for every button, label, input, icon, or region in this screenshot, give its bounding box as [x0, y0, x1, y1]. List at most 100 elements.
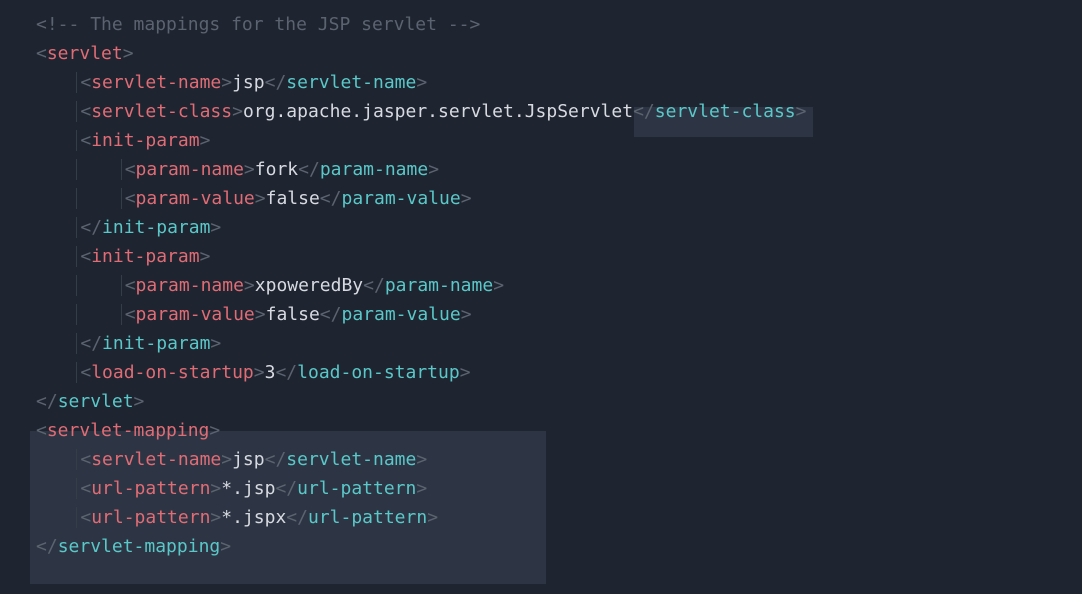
angle-open: < [80, 72, 91, 93]
angle-close: > [416, 449, 427, 470]
angle-open-slash: </ [36, 391, 58, 412]
tag-servlet-name: servlet-name [91, 72, 221, 93]
angle-open-slash: </ [320, 304, 342, 325]
angle-open: < [36, 420, 47, 441]
comment-open: <!-- [36, 14, 79, 35]
angle-close: > [210, 507, 221, 528]
angle-close: > [200, 246, 211, 267]
code-line: </servlet-mapping> [0, 532, 1082, 561]
comment-text: The mappings for the JSP servlet [79, 14, 447, 35]
code-line: <servlet-name>jsp</servlet-name> [0, 68, 1082, 97]
code-line: <init-param> [0, 126, 1082, 155]
angle-open-slash: </ [265, 449, 287, 470]
angle-open-slash: </ [36, 536, 58, 557]
angle-open-slash: </ [265, 72, 287, 93]
angle-close: > [232, 101, 243, 122]
angle-open: < [80, 246, 91, 267]
code-line: <load-on-startup>3</load-on-startup> [0, 358, 1082, 387]
angle-close: > [220, 536, 231, 557]
tag-url-pattern: url-pattern [91, 478, 210, 499]
tag-servlet-class: servlet-class [91, 101, 232, 122]
angle-close: > [460, 362, 471, 383]
text-value: jsp [232, 449, 265, 470]
angle-close: > [210, 217, 221, 238]
angle-close: > [221, 72, 232, 93]
angle-open: < [80, 507, 91, 528]
angle-close: > [209, 420, 220, 441]
angle-open-slash: </ [80, 217, 102, 238]
text-value: 3 [265, 362, 276, 383]
angle-close: > [123, 43, 134, 64]
code-line: </servlet> [0, 387, 1082, 416]
code-line: </init-param> [0, 213, 1082, 242]
angle-open-slash: </ [275, 362, 297, 383]
text-value: *.jsp [221, 478, 275, 499]
code-line: </init-param> [0, 329, 1082, 358]
tag-init-param: init-param [91, 246, 199, 267]
tag-close-servlet-name: servlet-name [286, 72, 416, 93]
angle-open-slash: </ [363, 275, 385, 296]
angle-open: < [80, 478, 91, 499]
tag-param-name: param-name [136, 159, 244, 180]
code-line: <url-pattern>*.jspx</url-pattern> [0, 503, 1082, 532]
angle-open: < [125, 304, 136, 325]
angle-open: < [80, 362, 91, 383]
angle-open-slash: </ [633, 101, 655, 122]
angle-close: > [416, 72, 427, 93]
angle-open: < [125, 159, 136, 180]
angle-close: > [428, 159, 439, 180]
angle-close: > [210, 478, 221, 499]
angle-close: > [255, 304, 266, 325]
tag-close-param-name: param-name [320, 159, 428, 180]
code-editor[interactable]: <!-- The mappings for the JSP servlet --… [0, 10, 1082, 561]
angle-close: > [254, 362, 265, 383]
angle-open-slash: </ [320, 188, 342, 209]
angle-close: > [134, 391, 145, 412]
tag-close-load-on-startup: load-on-startup [297, 362, 460, 383]
text-value: fork [255, 159, 298, 180]
code-line: <init-param> [0, 242, 1082, 271]
tag-init-param: init-param [91, 130, 199, 151]
code-line: <param-value>false</param-value> [0, 300, 1082, 329]
tag-close-init-param: init-param [102, 333, 210, 354]
angle-close: > [427, 507, 438, 528]
comment-close: --> [448, 14, 481, 35]
angle-close: > [796, 101, 807, 122]
text-value: false [266, 188, 320, 209]
angle-close: > [461, 188, 472, 209]
tag-close-servlet-mapping: servlet-mapping [58, 536, 221, 557]
angle-close: > [461, 304, 472, 325]
tag-close-servlet-name: servlet-name [286, 449, 416, 470]
angle-close: > [244, 159, 255, 180]
tag-servlet-name: servlet-name [91, 449, 221, 470]
code-line: <!-- The mappings for the JSP servlet --… [0, 10, 1082, 39]
tag-load-on-startup: load-on-startup [91, 362, 254, 383]
tag-close-param-name: param-name [385, 275, 493, 296]
tag-servlet: servlet [47, 43, 123, 64]
angle-open: < [125, 188, 136, 209]
angle-close: > [493, 275, 504, 296]
angle-close: > [221, 449, 232, 470]
tag-close-url-pattern: url-pattern [308, 507, 427, 528]
code-line: <url-pattern>*.jsp</url-pattern> [0, 474, 1082, 503]
tag-param-value: param-value [136, 304, 255, 325]
tag-close-init-param: init-param [102, 217, 210, 238]
tag-close-url-pattern: url-pattern [297, 478, 416, 499]
text-value: xpoweredBy [255, 275, 363, 296]
code-line: <param-name>fork</param-name> [0, 155, 1082, 184]
angle-close: > [416, 478, 427, 499]
tag-close-servlet-class: servlet-class [655, 101, 796, 122]
angle-close: > [210, 333, 221, 354]
text-value: *.jspx [221, 507, 286, 528]
text-value: false [266, 304, 320, 325]
angle-open-slash: </ [286, 507, 308, 528]
code-line: <servlet-name>jsp</servlet-name> [0, 445, 1082, 474]
angle-close: > [255, 188, 266, 209]
tag-close-param-value: param-value [341, 188, 460, 209]
text-value: jsp [232, 72, 265, 93]
tag-url-pattern: url-pattern [91, 507, 210, 528]
angle-open: < [80, 101, 91, 122]
angle-open: < [80, 449, 91, 470]
tag-param-value: param-value [136, 188, 255, 209]
angle-open-slash: </ [275, 478, 297, 499]
